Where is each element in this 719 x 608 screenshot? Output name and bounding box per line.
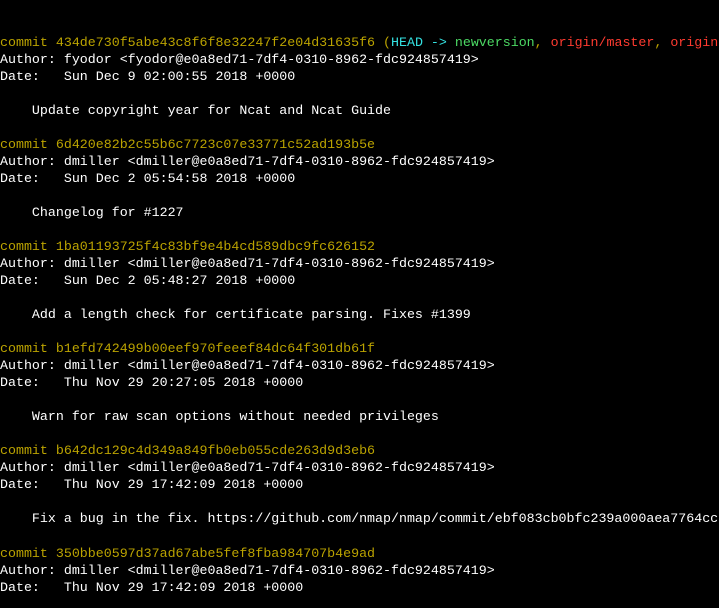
date-line: Date: Thu Nov 29 20:27:05 2018 +0000: [0, 375, 303, 390]
commit-prefix: commit: [0, 341, 56, 356]
commit-message: Fix a bug in the fix. https://github.com…: [0, 511, 718, 526]
commit-message: Warn for raw scan options without needed…: [0, 409, 439, 424]
commit-hash: b642dc129c4d349a849fb0eb055cde263d9d3eb6: [56, 443, 375, 458]
commit-prefix: commit: [0, 35, 56, 50]
commit-message: Changelog for #1227: [0, 205, 184, 220]
commit-prefix: commit: [0, 443, 56, 458]
remote-ref: origin/master: [551, 35, 655, 50]
date-line: Date: Sun Dec 2 05:54:58 2018 +0000: [0, 171, 295, 186]
refs-open: (: [375, 35, 391, 50]
author-line: Author: fyodor <fyodor@e0a8ed71-7df4-031…: [0, 52, 479, 67]
commit-prefix: commit: [0, 137, 56, 152]
refs-sep: ,: [535, 35, 551, 50]
commit-hash: b1efd742499b00eef970feeef84dc64f301db61f: [56, 341, 375, 356]
date-line: Date: Sun Dec 2 05:48:27 2018 +0000: [0, 273, 295, 288]
author-line: Author: dmiller <dmiller@e0a8ed71-7df4-0…: [0, 256, 495, 271]
date-line: Date: Thu Nov 29 17:42:09 2018 +0000: [0, 477, 303, 492]
author-line: Author: dmiller <dmiller@e0a8ed71-7df4-0…: [0, 154, 495, 169]
author-line: Author: dmiller <dmiller@e0a8ed71-7df4-0…: [0, 563, 495, 578]
author-line: Author: dmiller <dmiller@e0a8ed71-7df4-0…: [0, 358, 495, 373]
remote-ref: origin: [670, 35, 718, 50]
commit-hash: 434de730f5abe43c8f6f8e32247f2e04d31635f6: [56, 35, 375, 50]
commit-hash: 6d420e82b2c55b6c7723c07e33771c52ad193b5e: [56, 137, 375, 152]
date-line: Date: Thu Nov 29 17:42:09 2018 +0000: [0, 580, 303, 595]
commit-message: Update copyright year for Ncat and Ncat …: [0, 103, 391, 118]
commit-hash: 1ba01193725f4c83bf9e4b4cd589dbc9fc626152: [56, 239, 375, 254]
refs-sep: ,: [654, 35, 670, 50]
author-line: Author: dmiller <dmiller@e0a8ed71-7df4-0…: [0, 460, 495, 475]
head-ref: HEAD ->: [391, 35, 455, 50]
branch-ref: newversion: [455, 35, 535, 50]
date-line: Date: Sun Dec 9 02:00:55 2018 +0000: [0, 69, 295, 84]
commit-prefix: commit: [0, 546, 56, 561]
commit-hash: 350bbe0597d37ad67abe5fef8fba984707b4e9ad: [56, 546, 375, 561]
git-log-output: commit 434de730f5abe43c8f6f8e32247f2e04d…: [0, 0, 719, 608]
commit-message: Add a length check for certificate parsi…: [0, 307, 471, 322]
commit-prefix: commit: [0, 239, 56, 254]
